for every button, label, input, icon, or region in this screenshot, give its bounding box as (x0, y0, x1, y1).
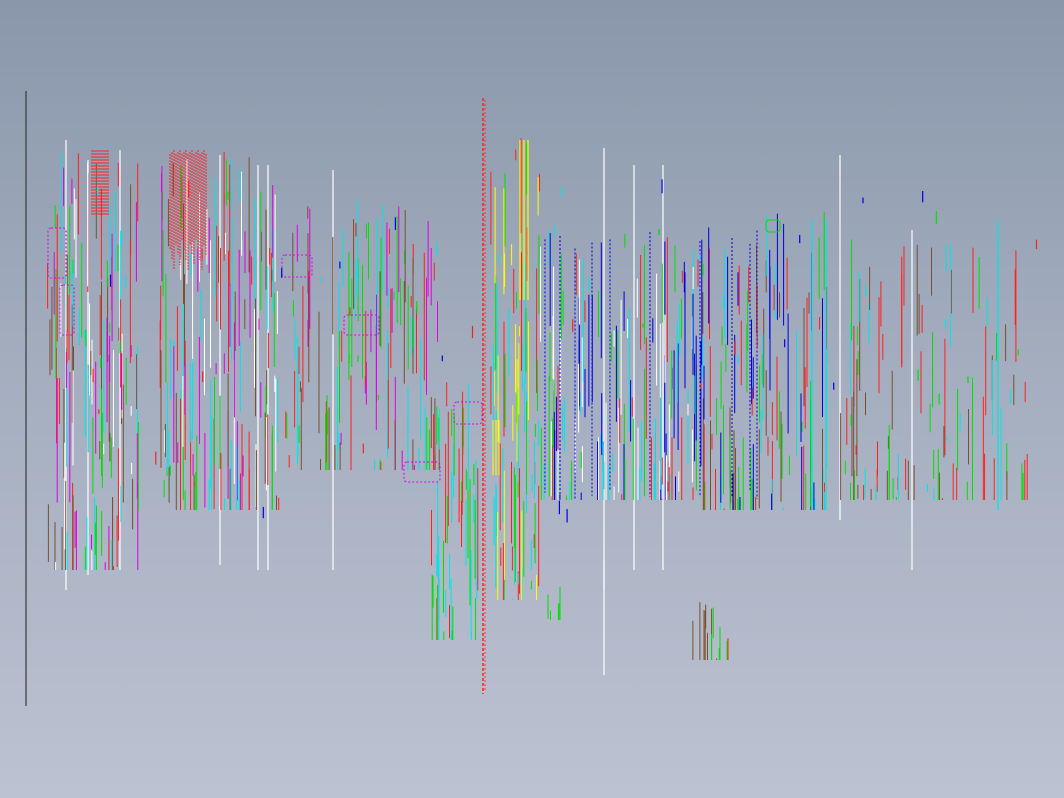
cad-wireframe-drawing (25, 91, 1038, 706)
cad-model-viewport[interactable] (0, 0, 1064, 798)
